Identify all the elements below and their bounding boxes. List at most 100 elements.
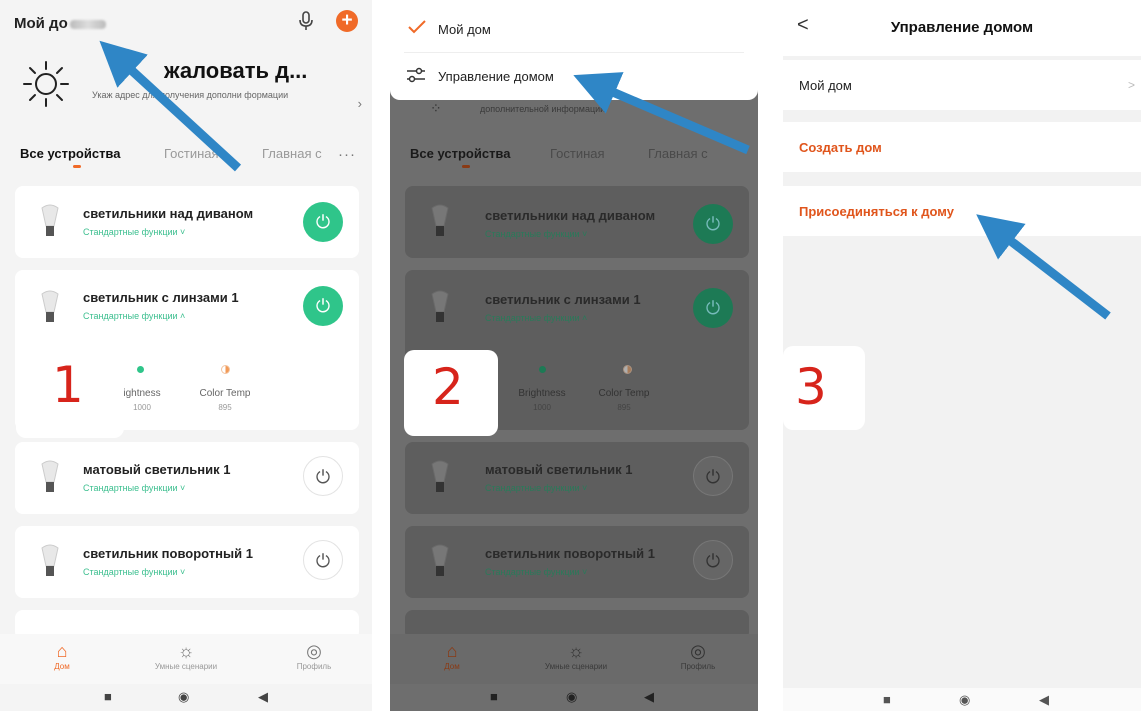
device-functions[interactable]: Стандартные функции ˅	[83, 483, 185, 493]
menu-item-my-home[interactable]: Мой дом	[438, 22, 491, 37]
color-temp-label: Color Temp	[199, 388, 251, 399]
device-functions[interactable]: Стандартные функции ˅	[83, 567, 185, 577]
device-card[interactable]: светильники над диваном Стандартные функ…	[15, 186, 359, 258]
screen-2: ⁘ дополнительной информации Все устройст…	[390, 0, 758, 711]
blurred-text	[69, 19, 106, 29]
create-home-label: Создать дом	[799, 140, 882, 155]
check-icon	[408, 20, 426, 34]
microphone-icon[interactable]	[296, 10, 316, 32]
room-tabs: Все устройства Гостиная Главная с	[390, 140, 758, 174]
device-card[interactable]: светильник поворотный 1 Стандартные функ…	[405, 526, 749, 598]
recent-apps-icon[interactable]: ■	[883, 692, 891, 707]
bulb-icon	[41, 204, 59, 236]
device-functions[interactable]: Стандартные функции ˅	[83, 227, 185, 237]
power-button[interactable]: ⏻	[303, 456, 343, 496]
color-temp-label: Color Temp	[598, 388, 650, 399]
device-name: матовый светильник 1	[485, 462, 633, 477]
scenes-icon: ☼	[567, 641, 585, 661]
screen-3: < Управление домом Мой дом > Создать дом…	[783, 0, 1141, 711]
color-temp-value: 895	[617, 403, 631, 412]
home-system-icon[interactable]: ◉	[178, 689, 189, 705]
tab-living-room[interactable]: Гостиная	[550, 146, 605, 161]
bottom-nav: ⌂ Дом ☼ Умные сценарии ◎ Профиль	[390, 634, 758, 684]
bulb-icon	[431, 460, 449, 492]
bulb-icon	[41, 460, 59, 492]
row-my-home[interactable]: Мой дом >	[783, 60, 1141, 110]
tab-living-room[interactable]: Гостиная	[164, 146, 219, 161]
nav-home[interactable]: ⌂ Дом	[412, 640, 492, 671]
power-button[interactable]: ⏻	[693, 456, 733, 496]
tab-main[interactable]: Главная с	[262, 146, 322, 161]
tab-main[interactable]: Главная с	[648, 146, 708, 161]
device-functions[interactable]: Стандартные функции ˄	[485, 313, 587, 323]
device-name: светильник с линзами 1	[83, 290, 239, 305]
device-functions[interactable]: Стандартные функции ˄	[83, 311, 185, 321]
power-button[interactable]: ⏻	[693, 288, 733, 328]
step-number: 1	[52, 356, 84, 414]
sun-icon	[23, 61, 69, 107]
power-button[interactable]: ⏻	[303, 202, 343, 242]
step-number: 3	[795, 358, 827, 416]
weather-banner[interactable]: жаловать д... Укаж адрес для получения д…	[14, 52, 366, 120]
recent-apps-icon[interactable]: ■	[490, 689, 498, 704]
home-icon: ⌂	[56, 641, 68, 661]
more-icon[interactable]: ···	[338, 146, 356, 163]
color-temp-stat[interactable]: Color Temp 895	[589, 388, 659, 412]
system-nav-bar: ■ ◉ ◀	[0, 684, 372, 711]
nav-profile-label: Профиль	[296, 662, 332, 671]
device-name: светильник поворотный 1	[485, 546, 655, 561]
menu-divider	[404, 52, 744, 53]
nav-profile[interactable]: ◎ Профиль	[274, 640, 354, 671]
device-card[interactable]: светильники над диваном Стандартные функ…	[405, 186, 749, 258]
active-tab-indicator	[462, 165, 470, 168]
power-button[interactable]: ⏻	[303, 540, 343, 580]
brightness-dot	[137, 366, 144, 373]
scenes-icon: ☼	[177, 641, 195, 661]
back-system-icon[interactable]: ◀	[1039, 692, 1049, 708]
device-functions[interactable]: Стандартные функции ˅	[485, 567, 587, 577]
device-card[interactable]: матовый светильник 1 Стандартные функции…	[405, 442, 749, 514]
bottom-nav: ⌂ Дом ☼ Умные сценарии ◎ Профиль	[0, 634, 372, 684]
chevron-right-icon: >	[1127, 78, 1135, 92]
power-button[interactable]: ⏻	[303, 286, 343, 326]
home-title: Мой до	[14, 15, 68, 32]
nav-scenes[interactable]: ☼ Умные сценарии	[536, 640, 616, 671]
profile-icon: ◎	[306, 641, 322, 661]
home-system-icon[interactable]: ◉	[959, 692, 970, 708]
room-tabs: Все устройства Гостиная Главная с	[0, 140, 372, 174]
home-system-icon[interactable]: ◉	[566, 689, 577, 705]
header: < Управление домом	[783, 0, 1141, 56]
color-temp-stat[interactable]: Color Temp 895	[190, 388, 260, 412]
power-button[interactable]: ⏻	[693, 540, 733, 580]
nav-home[interactable]: ⌂ Дом	[22, 640, 102, 671]
bulb-icon	[431, 204, 449, 236]
tab-all-devices[interactable]: Все устройства	[20, 146, 120, 161]
nav-scenes-label: Умные сценарии	[154, 662, 218, 671]
bulb-icon	[41, 544, 59, 576]
device-functions[interactable]: Стандартные функции ˅	[485, 483, 587, 493]
nav-profile-label: Профиль	[680, 662, 716, 671]
home-selector[interactable]: Мой до	[14, 15, 106, 32]
page-title: Управление домом	[890, 19, 1034, 36]
device-name: светильник с линзами 1	[485, 292, 641, 307]
power-button[interactable]: ⏻	[693, 204, 733, 244]
back-system-icon[interactable]: ◀	[644, 689, 654, 705]
menu-item-manage-home[interactable]: Управление домом	[438, 69, 554, 84]
system-nav-bar: ■ ◉ ◀	[783, 688, 1141, 711]
nav-scenes[interactable]: ☼ Умные сценарии	[146, 640, 226, 671]
active-tab-indicator	[73, 165, 81, 168]
row-join-home[interactable]: Присоединяться к дому	[783, 186, 1141, 236]
device-card[interactable]: матовый светильник 1 Стандартные функции…	[15, 442, 359, 514]
nav-profile[interactable]: ◎ Профиль	[658, 640, 738, 671]
back-system-icon[interactable]: ◀	[258, 689, 268, 705]
brightness-stat[interactable]: Brightness 1000	[507, 388, 577, 412]
row-create-home[interactable]: Создать дом	[783, 122, 1141, 172]
home-icon: ⌂	[446, 641, 458, 661]
brightness-value: 1000	[533, 403, 551, 412]
tab-all-devices[interactable]: Все устройства	[410, 146, 510, 161]
device-name: светильник поворотный 1	[83, 546, 253, 561]
recent-apps-icon[interactable]: ■	[104, 689, 112, 704]
add-device-button[interactable]: +	[336, 10, 358, 32]
device-functions[interactable]: Стандартные функции ˅	[485, 229, 587, 239]
device-card[interactable]: светильник поворотный 1 Стандартные функ…	[15, 526, 359, 598]
